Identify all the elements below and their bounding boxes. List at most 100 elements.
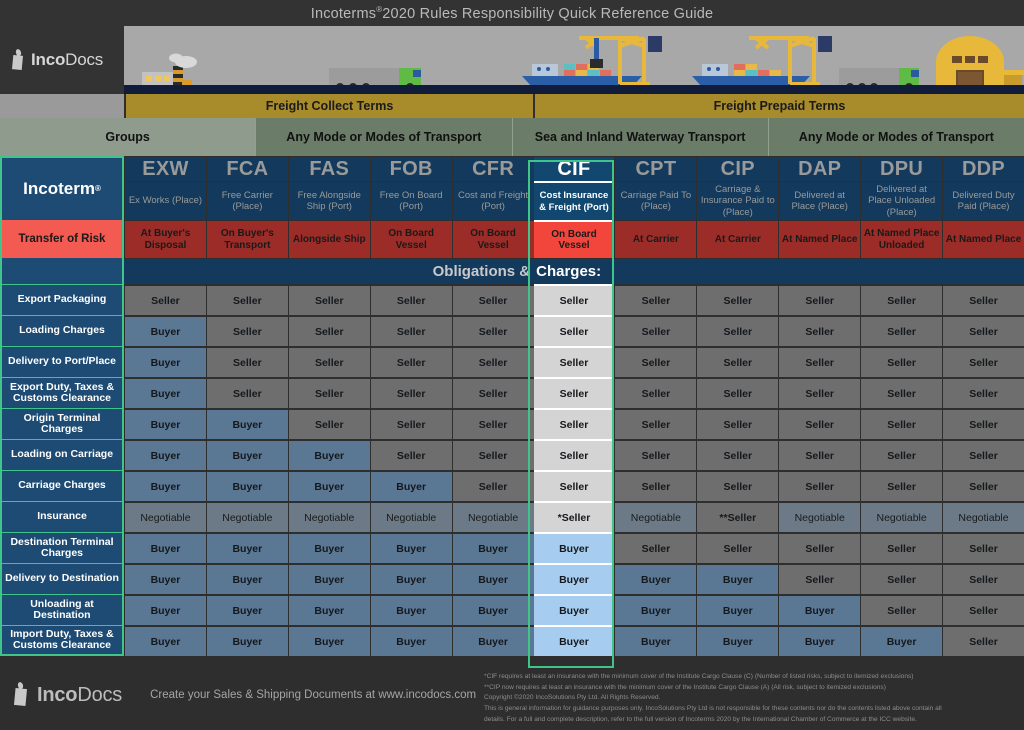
cell-dpu: Seller: [860, 563, 943, 594]
supply-chain-svg: [142, 36, 1024, 91]
cell-cpt: Buyer: [614, 594, 697, 625]
cell-cip: Seller: [696, 439, 779, 470]
cell-fca: Buyer: [205, 470, 288, 501]
risk-dap: At Named Place: [778, 220, 861, 258]
term-column-cfr[interactable]: CFR Cost and Freight (Port): [451, 156, 534, 220]
footer-tagline: Create your Sales & Shipping Documents a…: [150, 689, 477, 701]
mode-any-transport-right: Any Mode or Modes of Transport: [767, 118, 1024, 156]
footer-brand[interactable]: IncoDocs Create your Sales & Shipping Do…: [12, 681, 477, 708]
cell-fca: Seller: [205, 284, 288, 315]
cell-cpt: Seller: [614, 315, 697, 346]
page-title-rest: 2020 Rules Responsibility Quick Referenc…: [382, 5, 714, 22]
cell-cif: Seller: [533, 408, 615, 439]
cell-cip: Seller: [696, 408, 779, 439]
cell-cpt: Seller: [614, 439, 697, 470]
cell-fas: Buyer: [287, 594, 370, 625]
risk-columns: At Buyer's Disposal On Buyer's Transport A…: [124, 220, 1024, 258]
obligation-rows: Export Packaging Seller Seller Seller Seller…: [0, 284, 1024, 656]
cell-fca: Buyer: [205, 625, 288, 656]
cell-cpt: Seller: [614, 377, 697, 408]
term-code-cip: CIP: [720, 157, 755, 180]
cell-fca: Seller: [205, 346, 288, 377]
cell-dpu: Negotiable: [860, 501, 943, 532]
transfer-of-risk-label: Transfer of Risk: [0, 220, 124, 258]
row-label: Carriage Charges: [0, 470, 124, 501]
groups-label: Groups: [0, 118, 256, 156]
cell-dap: Negotiable: [778, 501, 861, 532]
cell-ddp: Seller: [942, 377, 1024, 408]
footer-brand-bold: Inco: [37, 683, 78, 706]
row-label: Export Duty, Taxes & Customs Clearance: [0, 377, 124, 408]
cell-dpu: Seller: [860, 377, 943, 408]
cell-ddp: Seller: [942, 284, 1024, 315]
cell-dpu: Seller: [860, 408, 943, 439]
cell-fob: Seller: [369, 408, 452, 439]
cell-exw: Buyer: [124, 594, 206, 625]
cell-cfr: Buyer: [451, 594, 534, 625]
cell-fob: Seller: [369, 377, 452, 408]
cell-fas: Buyer: [287, 563, 370, 594]
term-column-dpu[interactable]: DPU Delivered at Place Unloaded (Place): [860, 156, 943, 220]
incoterms-reference-guide: Incoterms ® 2020 Rules Responsibility Quic…: [0, 0, 1024, 730]
cell-dap: Seller: [778, 470, 861, 501]
incoterm-label-text: Incoterm: [23, 178, 95, 198]
cell-exw: Buyer: [124, 315, 206, 346]
risk-fca: On Buyer's Transport: [205, 220, 288, 258]
term-name-dap: Delivered at Place (Place): [779, 181, 861, 220]
cell-cpt: Seller: [614, 346, 697, 377]
cell-dpu: Seller: [860, 470, 943, 501]
term-column-fob[interactable]: FOB Free On Board (Port): [369, 156, 452, 220]
cell-fas: Negotiable: [287, 501, 370, 532]
cell-fob: Buyer: [369, 563, 452, 594]
cell-dpu: Seller: [860, 439, 943, 470]
cell-ddp: Seller: [942, 315, 1024, 346]
cell-cfr: Seller: [451, 377, 534, 408]
brand-logo[interactable]: IncoDocs: [0, 26, 124, 94]
cell-cpt: Buyer: [614, 625, 697, 656]
cell-cfr: Seller: [451, 439, 534, 470]
term-column-fca[interactable]: FCA Free Carrier (Place): [205, 156, 288, 220]
cell-cpt: Seller: [614, 408, 697, 439]
term-name-cpt: Carriage Paid To (Place): [615, 181, 697, 220]
term-column-dap[interactable]: DAP Delivered at Place (Place): [778, 156, 861, 220]
term-code-dap: DAP: [798, 157, 842, 180]
cell-dpu: Seller: [860, 346, 943, 377]
term-column-exw[interactable]: EXW Ex Works (Place): [124, 156, 206, 220]
cell-ddp: Seller: [942, 470, 1024, 501]
cell-cif: Seller: [533, 315, 615, 346]
cell-cip: Seller: [696, 470, 779, 501]
risk-ddp: At Named Place: [942, 220, 1024, 258]
term-column-cif[interactable]: CIF Cost Insurance & Freight (Port): [533, 156, 615, 220]
row-label: Delivery to Destination: [0, 563, 124, 594]
term-column-fas[interactable]: FAS Free Alongside Ship (Port): [287, 156, 370, 220]
term-code-exw: EXW: [142, 157, 189, 180]
cell-fob: Buyer: [369, 470, 452, 501]
incoterm-header-row: Incoterm ® EXW Ex Works (Place) FCA Free Car…: [0, 156, 1024, 220]
cell-cif: Seller: [533, 284, 615, 315]
term-column-cip[interactable]: CIP Carriage & Insurance Paid to (Place): [696, 156, 779, 220]
row-label: Import Duty, Taxes & Customs Clearance: [0, 625, 124, 656]
table-row: Import Duty, Taxes & Customs Clearance Bu…: [0, 625, 1024, 656]
cell-cip: Buyer: [696, 594, 779, 625]
cell-cif: Buyer: [533, 532, 615, 563]
cell-dpu: Seller: [860, 532, 943, 563]
term-name-fca: Free Carrier (Place): [206, 181, 288, 220]
risk-cfr: On Board Vessel: [451, 220, 534, 258]
term-name-exw: Ex Works (Place): [125, 181, 206, 220]
cell-fob: Buyer: [369, 625, 452, 656]
cell-exw: Negotiable: [124, 501, 206, 532]
cell-dap: Seller: [778, 315, 861, 346]
cell-dap: Seller: [778, 439, 861, 470]
term-name-ddp: Delivered Duty Paid (Place): [943, 181, 1024, 220]
cell-fca: Seller: [205, 315, 288, 346]
term-column-ddp[interactable]: DDP Delivered Duty Paid (Place): [942, 156, 1024, 220]
mode-sea-inland-waterway: Sea and Inland Waterway Transport: [511, 118, 768, 156]
term-column-cpt[interactable]: CPT Carriage Paid To (Place): [614, 156, 697, 220]
cell-cif: *Seller: [533, 501, 615, 532]
term-name-fob: Free On Board (Port): [370, 181, 452, 220]
term-code-fob: FOB: [389, 157, 433, 180]
cell-cpt: Buyer: [614, 563, 697, 594]
cell-ddp: Seller: [942, 625, 1024, 656]
cell-cif: Seller: [533, 470, 615, 501]
cell-cfr: Seller: [451, 346, 534, 377]
